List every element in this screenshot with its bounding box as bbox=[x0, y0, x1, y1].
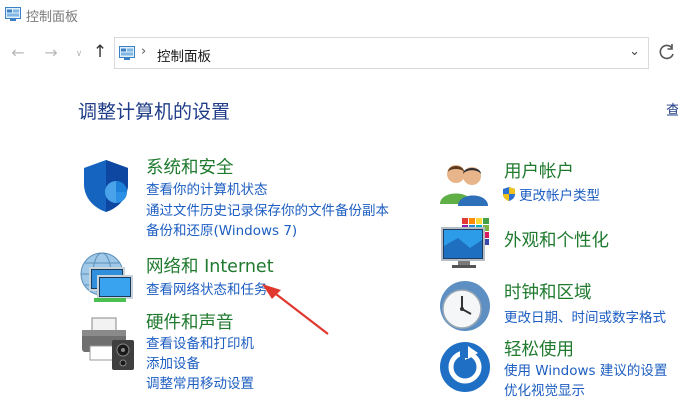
category-title[interactable]: 硬件和声音 bbox=[146, 309, 234, 334]
link-view-network-status[interactable]: 查看网络状态和任务 bbox=[146, 278, 268, 298]
control-panel-icon bbox=[119, 46, 135, 60]
link-change-date-time[interactable]: 更改日期、时间或数字格式 bbox=[504, 306, 666, 326]
navigation-bar: ← → ∨ ↑ › 控制面板 ⌄ bbox=[0, 34, 678, 72]
category-hardware-sound: 硬件和声音 查看设备和打印机 添加设备 调整常用移动设置 bbox=[78, 306, 378, 396]
link-view-computer-status[interactable]: 查看你的计算机状态 bbox=[146, 178, 268, 198]
breadcrumb[interactable]: 控制面板 bbox=[157, 45, 211, 65]
control-panel-icon bbox=[5, 7, 21, 21]
view-by-label[interactable]: 查 bbox=[666, 100, 678, 120]
window-title: 控制面板 bbox=[26, 10, 79, 25]
link-mobility-settings[interactable]: 调整常用移动设置 bbox=[146, 372, 254, 392]
category-title[interactable]: 用户帐户 bbox=[504, 158, 574, 183]
ease-of-access-icon[interactable] bbox=[438, 340, 492, 394]
category-network-internet: 网络和 Internet 查看网络状态和任务 bbox=[78, 250, 378, 302]
link-backup-restore[interactable]: 备份和还原(Windows 7) bbox=[146, 219, 297, 239]
clock-icon[interactable] bbox=[438, 279, 492, 333]
category-user-accounts: 用户帐户 更改帐户类型 bbox=[438, 156, 678, 206]
category-system-security: 系统和安全 查看你的计算机状态 通过文件历史记录保存你的文件备份副本 备份和还原… bbox=[78, 150, 398, 240]
monitor-palette-icon[interactable] bbox=[440, 216, 492, 270]
link-optimize-visual-display[interactable]: 优化视觉显示 bbox=[504, 379, 585, 399]
up-arrow-icon[interactable]: ↑ bbox=[91, 42, 109, 62]
link-add-device[interactable]: 添加设备 bbox=[146, 352, 200, 372]
link-label: 更改帐户类型 bbox=[519, 188, 600, 204]
category-title[interactable]: 系统和安全 bbox=[146, 154, 234, 179]
link-file-history-backup[interactable]: 通过文件历史记录保存你的文件备份副本 bbox=[146, 199, 389, 219]
recent-locations-chevron-icon[interactable]: ∨ bbox=[70, 44, 88, 64]
category-ease-of-access: 轻松使用 使用 Windows 建议的设置 优化视觉显示 bbox=[438, 336, 678, 400]
category-title[interactable]: 轻松使用 bbox=[504, 336, 574, 361]
link-windows-recommended-settings[interactable]: 使用 Windows 建议的设置 bbox=[504, 359, 667, 379]
link-view-devices-printers[interactable]: 查看设备和打印机 bbox=[146, 332, 254, 352]
users-icon[interactable] bbox=[438, 160, 492, 206]
category-appearance: 外观和个性化 bbox=[438, 214, 678, 274]
category-title[interactable]: 网络和 Internet bbox=[146, 253, 274, 278]
refresh-icon[interactable] bbox=[657, 42, 677, 62]
chevron-down-icon[interactable]: ⌄ bbox=[629, 44, 640, 59]
breadcrumb-separator-icon[interactable]: › bbox=[141, 44, 146, 59]
address-bar[interactable]: › 控制面板 ⌄ bbox=[114, 37, 649, 69]
back-arrow-icon[interactable]: ← bbox=[9, 42, 27, 62]
forward-arrow-icon[interactable]: → bbox=[42, 42, 60, 62]
network-globe-icon[interactable] bbox=[78, 250, 134, 306]
category-clock-region: 时钟和区域 更改日期、时间或数字格式 bbox=[438, 275, 678, 335]
shield-icon[interactable] bbox=[80, 158, 132, 214]
title-bar: 控制面板 bbox=[0, 0, 678, 30]
uac-shield-icon bbox=[503, 187, 515, 201]
printer-icon[interactable] bbox=[78, 316, 134, 372]
page-title: 调整计算机的设置 bbox=[78, 101, 231, 123]
link-change-account-type[interactable]: 更改帐户类型 bbox=[502, 184, 600, 204]
category-title[interactable]: 外观和个性化 bbox=[504, 227, 609, 252]
category-title[interactable]: 时钟和区域 bbox=[504, 279, 592, 304]
